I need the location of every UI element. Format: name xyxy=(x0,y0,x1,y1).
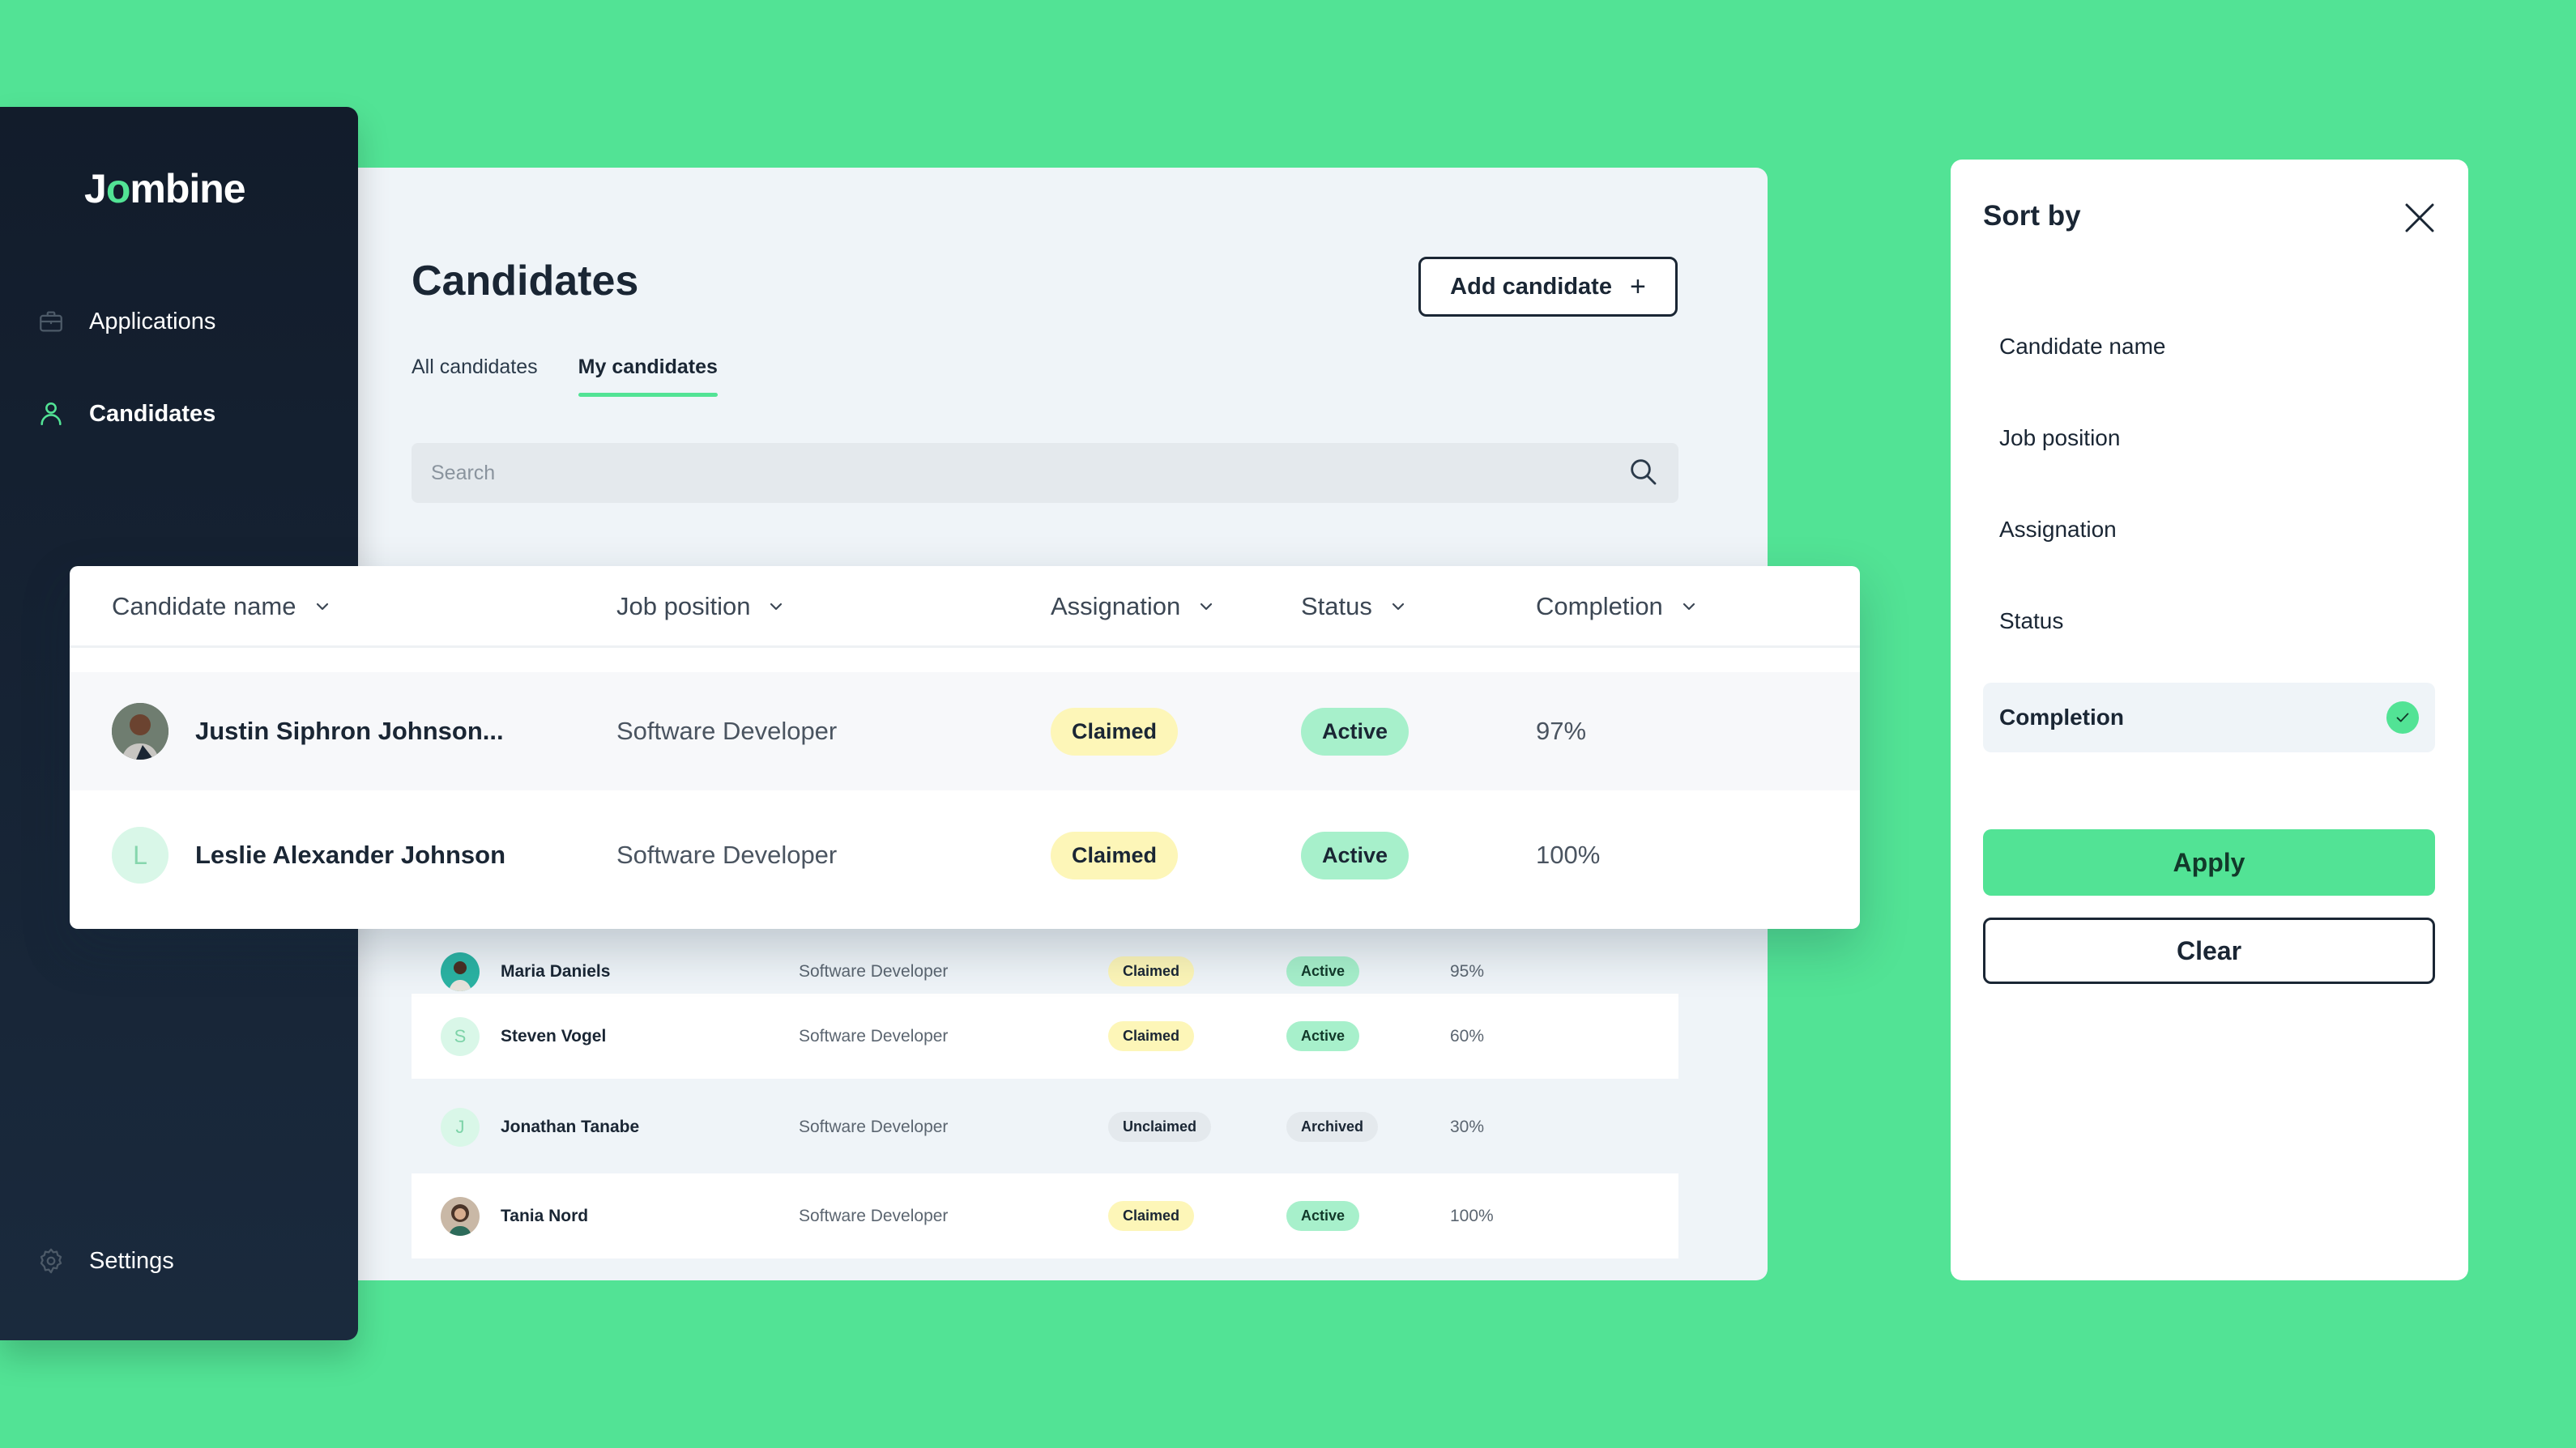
avatar xyxy=(441,952,480,991)
status-badge: Active xyxy=(1286,1201,1360,1231)
column-label: Completion xyxy=(1536,592,1663,620)
sidebar-item-candidates[interactable]: Candidates xyxy=(36,398,215,429)
sidebar-item-applications[interactable]: Applications xyxy=(36,306,215,337)
column-label: Assignation xyxy=(1051,592,1181,620)
sort-option-candidate-name[interactable]: Candidate name xyxy=(1983,312,2435,381)
tab-all-candidates[interactable]: All candidates xyxy=(412,356,538,397)
chevron-down-icon xyxy=(316,603,328,611)
assignation-badge: Claimed xyxy=(1051,707,1179,756)
avatar-initial: S xyxy=(454,1025,467,1046)
column-header-completion[interactable]: Completion xyxy=(1536,566,1699,647)
completion-value: 30% xyxy=(1450,1117,1485,1136)
status-badge: Active xyxy=(1286,956,1360,986)
sort-option-label: Completion xyxy=(1999,705,2124,730)
completion-value: 100% xyxy=(1450,1206,1494,1225)
search-bar xyxy=(412,443,1678,503)
status-badge: Active xyxy=(1301,831,1410,879)
apply-button[interactable]: Apply xyxy=(1983,829,2435,896)
table-row[interactable]: L Leslie Alexander Johnson Software Deve… xyxy=(70,796,1860,914)
clear-button[interactable]: Clear xyxy=(1983,918,2435,984)
sidebar-item-label: Applications xyxy=(89,308,216,334)
plus-icon: + xyxy=(1629,270,1646,302)
column-header-status[interactable]: Status xyxy=(1301,566,1408,647)
job-position: Software Developer xyxy=(799,1026,949,1046)
search-icon[interactable] xyxy=(1627,455,1659,492)
avatar: S xyxy=(441,1016,480,1056)
avatar-initial: L xyxy=(112,827,168,884)
table-row[interactable]: Tania Nord Software Developer Claimed Ac… xyxy=(412,1173,1678,1258)
add-candidate-button[interactable]: Add candidate + xyxy=(1418,257,1678,317)
job-position: Software Developer xyxy=(799,961,949,981)
sidebar-item-label: Settings xyxy=(89,1247,174,1274)
avatar xyxy=(112,703,168,760)
job-position: Software Developer xyxy=(799,1117,949,1136)
sort-option-completion[interactable]: Completion xyxy=(1983,683,2435,752)
table-row[interactable]: J Jonathan Tanabe Software Developer Unc… xyxy=(412,1084,1678,1169)
sort-panel: Sort by Candidate name Job position Assi… xyxy=(1951,160,2468,1280)
column-header-job-position[interactable]: Job position xyxy=(616,566,786,647)
sort-option-label: Assignation xyxy=(1999,517,2117,542)
search-input[interactable] xyxy=(431,461,1565,485)
candidate-name: Maria Daniels xyxy=(501,961,611,981)
completion-value: 60% xyxy=(1450,1026,1485,1046)
user-icon xyxy=(36,398,66,429)
completion-value: 100% xyxy=(1536,841,1601,869)
status-badge: Archived xyxy=(1286,1112,1379,1142)
sort-option-assignation[interactable]: Assignation xyxy=(1983,495,2435,564)
avatar: L xyxy=(112,827,168,884)
completion-value: 95% xyxy=(1450,961,1485,981)
gear-icon xyxy=(36,1246,66,1276)
candidate-name: Leslie Alexander Johnson xyxy=(195,841,506,869)
assignation-badge: Claimed xyxy=(1108,1021,1195,1051)
sort-option-label: Job position xyxy=(1999,425,2121,450)
sidebar-item-label: Candidates xyxy=(89,400,216,427)
logo-accent: o xyxy=(105,166,131,211)
assignation-badge: Claimed xyxy=(1108,956,1195,986)
sort-option-label: Status xyxy=(1999,608,2064,633)
job-position: Software Developer xyxy=(799,1206,949,1225)
assignation-badge: Claimed xyxy=(1108,1201,1195,1231)
assignation-badge: Claimed xyxy=(1051,831,1179,879)
sort-panel-title: Sort by xyxy=(1983,200,2081,232)
sort-option-label: Candidate name xyxy=(1999,334,2166,359)
column-label: Candidate name xyxy=(112,592,296,620)
avatar: J xyxy=(441,1107,480,1147)
status-badge: Active xyxy=(1286,1021,1360,1051)
brand-name: Jombine xyxy=(84,166,246,211)
candidate-tabs: All candidates My candidates xyxy=(412,356,719,397)
column-header-candidate-name[interactable]: Candidate name xyxy=(112,566,332,647)
status-badge: Active xyxy=(1301,707,1410,756)
job-position: Software Developer xyxy=(616,841,838,869)
candidates-table: Candidate name Job position Assignation … xyxy=(70,566,1860,929)
chevron-down-icon xyxy=(770,603,783,611)
briefcase-icon xyxy=(36,306,66,337)
candidate-name: Jonathan Tanabe xyxy=(501,1117,640,1136)
check-icon xyxy=(2386,701,2419,734)
column-label: Job position xyxy=(616,592,751,620)
completion-value: 97% xyxy=(1536,717,1587,745)
chevron-down-icon xyxy=(1683,603,1695,611)
candidate-name: Justin Siphron Johnson... xyxy=(195,717,504,745)
sort-option-job-position[interactable]: Job position xyxy=(1983,403,2435,473)
page-title: Candidates xyxy=(412,258,639,305)
candidate-name: Tania Nord xyxy=(501,1206,589,1225)
chevron-down-icon xyxy=(1201,603,1213,611)
tab-my-candidates[interactable]: My candidates xyxy=(578,356,719,397)
assignation-badge: Unclaimed xyxy=(1108,1112,1212,1142)
job-position: Software Developer xyxy=(616,717,838,745)
table-header: Candidate name Job position Assignation … xyxy=(70,566,1860,648)
chevron-down-icon xyxy=(1392,603,1404,611)
column-label: Status xyxy=(1301,592,1372,620)
table-row[interactable]: S Steven Vogel Software Developer Claime… xyxy=(412,994,1678,1079)
column-header-assignation[interactable]: Assignation xyxy=(1051,566,1216,647)
close-icon[interactable] xyxy=(2400,198,2439,237)
brand-logo: Jombine xyxy=(84,165,246,212)
avatar-initial: J xyxy=(455,1116,465,1137)
avatar xyxy=(441,1196,480,1236)
sort-option-status[interactable]: Status xyxy=(1983,586,2435,656)
candidate-name: Steven Vogel xyxy=(501,1026,607,1046)
sidebar-item-settings[interactable]: Settings xyxy=(36,1246,174,1276)
add-candidate-label: Add candidate xyxy=(1450,273,1612,300)
table-row[interactable]: Justin Siphron Johnson... Software Devel… xyxy=(70,672,1860,790)
